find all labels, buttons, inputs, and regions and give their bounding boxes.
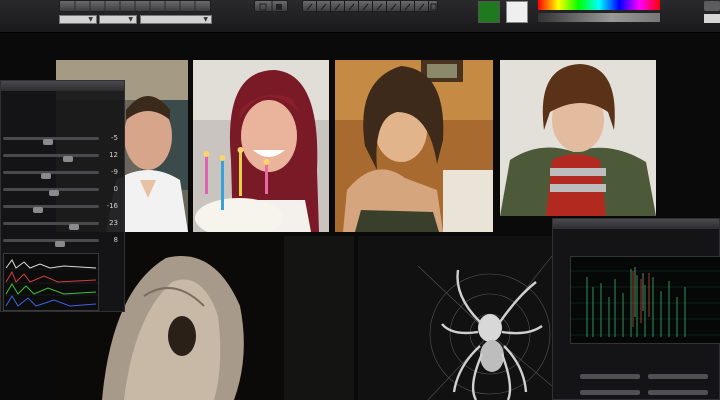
small-toggle-field[interactable] — [704, 14, 720, 23]
slider-thumb[interactable] — [63, 156, 73, 162]
panel-title-bar[interactable] — [553, 219, 719, 229]
slider-thumb[interactable] — [43, 139, 53, 145]
slider-row: -5 — [1, 133, 126, 145]
foreground-color-swatch[interactable] — [478, 1, 500, 23]
slider-value: 8 — [113, 236, 118, 244]
toolbar-button-group[interactable] — [59, 0, 211, 13]
slider-track[interactable] — [3, 239, 99, 247]
window-control-button[interactable] — [704, 1, 720, 11]
slider-track[interactable] — [3, 154, 99, 162]
scope-control-bar[interactable] — [648, 390, 708, 395]
background-color-swatch[interactable] — [506, 1, 528, 23]
photo-boy-in-red-shirt[interactable] — [500, 60, 656, 216]
slider-row: -9 — [1, 167, 126, 179]
chevron-down-icon: ▼ — [128, 16, 133, 23]
slider-row: 8 — [1, 235, 126, 247]
slider-thumb[interactable] — [49, 190, 59, 196]
toolbar-dropdown-2[interactable]: ▼ — [99, 15, 137, 24]
waveform-scope — [570, 256, 720, 344]
tool-palette[interactable] — [302, 0, 438, 13]
tool-icons — [306, 1, 437, 13]
slider-row: 23 — [1, 218, 126, 230]
slider-value: 12 — [109, 151, 118, 159]
photo-spider[interactable] — [358, 236, 552, 400]
chevron-down-icon: ▼ — [88, 16, 93, 23]
chevron-down-icon: ▼ — [203, 16, 208, 23]
panel-title-bar[interactable] — [1, 81, 124, 91]
toolbar-segments-icon — [74, 1, 196, 13]
photo-girl-with-bangs[interactable] — [335, 60, 493, 232]
slider-track[interactable] — [3, 137, 99, 145]
slider-thumb[interactable] — [41, 173, 51, 179]
slider-row: -16 — [1, 201, 126, 213]
slider-value: 23 — [109, 219, 118, 227]
toolbar-dropdown-1[interactable]: ▼ — [59, 15, 97, 24]
slider-row: 12 — [1, 150, 126, 162]
slider-track[interactable] — [3, 171, 99, 179]
adjustments-panel: -5 12 -9 0 -16 23 8 — [0, 80, 125, 312]
scope-control-bar[interactable] — [580, 374, 640, 379]
slider-value: -16 — [106, 202, 118, 210]
grid-icon — [259, 1, 282, 13]
slider-thumb[interactable] — [69, 224, 79, 230]
slider-value: -5 — [111, 134, 118, 142]
slider-track[interactable] — [3, 222, 99, 230]
slider-thumb[interactable] — [33, 207, 43, 213]
brightness-bar[interactable] — [538, 13, 660, 22]
scope-control-bar[interactable] — [648, 374, 708, 379]
view-toggle-button[interactable] — [254, 0, 288, 13]
slider-value: -9 — [111, 168, 118, 176]
slider-row: 0 — [1, 184, 126, 196]
slider-value: 0 — [113, 185, 118, 193]
color-spectrum-bar[interactable] — [538, 0, 660, 10]
rgb-histogram — [3, 253, 99, 311]
slider-thumb[interactable] — [55, 241, 65, 247]
slider-track[interactable] — [3, 205, 99, 213]
toolbar-dropdown-3[interactable]: ▼ — [140, 15, 212, 24]
scope-control-bar[interactable] — [580, 390, 640, 395]
photo-woman-with-birthday-cake[interactable] — [193, 60, 329, 232]
slider-track[interactable] — [3, 188, 99, 196]
